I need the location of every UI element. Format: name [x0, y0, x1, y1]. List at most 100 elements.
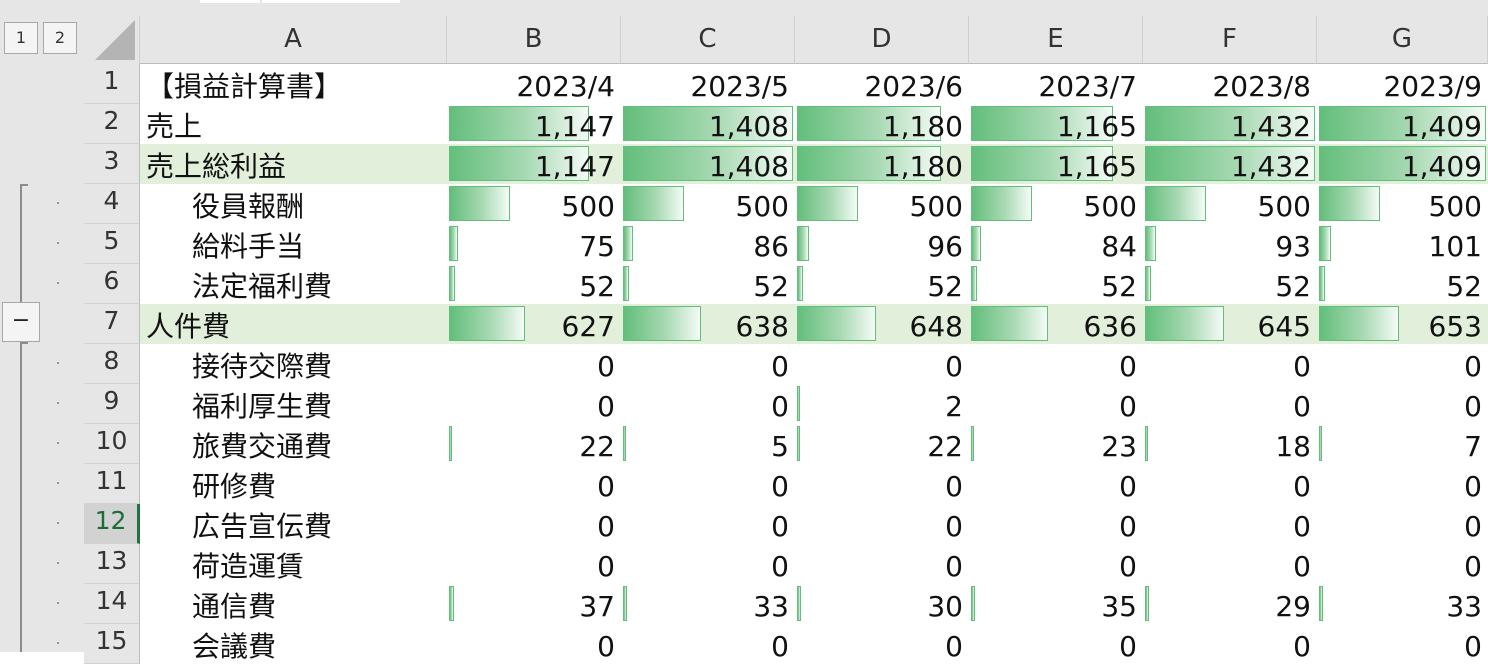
- month-cell[interactable]: 2023/5: [621, 64, 795, 104]
- value-cell[interactable]: 52: [447, 264, 621, 304]
- month-cell[interactable]: 2023/9: [1317, 64, 1488, 104]
- value-cell[interactable]: 29: [1143, 584, 1317, 624]
- row-header[interactable]: 13: [84, 544, 140, 584]
- value-cell[interactable]: 1,409: [1317, 104, 1488, 144]
- value-cell[interactable]: 0: [621, 624, 795, 664]
- account-label-cell[interactable]: 研修費: [140, 464, 447, 504]
- value-cell[interactable]: 52: [969, 264, 1143, 304]
- value-cell[interactable]: 0: [1317, 624, 1488, 664]
- value-cell[interactable]: 84: [969, 224, 1143, 264]
- value-cell[interactable]: 35: [969, 584, 1143, 624]
- account-label-cell[interactable]: 荷造運賃: [140, 544, 447, 584]
- value-cell[interactable]: 52: [1317, 264, 1488, 304]
- value-cell[interactable]: 1,165: [969, 104, 1143, 144]
- row-header[interactable]: 7: [84, 304, 140, 344]
- row-header[interactable]: 4: [84, 184, 140, 224]
- value-cell[interactable]: 0: [447, 624, 621, 664]
- value-cell[interactable]: 1,180: [795, 104, 969, 144]
- row-header[interactable]: 2: [84, 104, 140, 144]
- value-cell[interactable]: 18: [1143, 424, 1317, 464]
- account-label-cell[interactable]: 役員報酬: [140, 184, 447, 224]
- value-cell[interactable]: 0: [447, 344, 621, 384]
- value-cell[interactable]: 0: [621, 544, 795, 584]
- value-cell[interactable]: 23: [969, 424, 1143, 464]
- value-cell[interactable]: 0: [969, 464, 1143, 504]
- value-cell[interactable]: 0: [969, 384, 1143, 424]
- value-cell[interactable]: 1,408: [621, 104, 795, 144]
- value-cell[interactable]: 0: [795, 344, 969, 384]
- value-cell[interactable]: 0: [621, 504, 795, 544]
- value-cell[interactable]: 0: [795, 624, 969, 664]
- row-header[interactable]: 3: [84, 144, 140, 184]
- column-header-g[interactable]: G: [1317, 16, 1488, 64]
- value-cell[interactable]: 1,408: [621, 144, 795, 184]
- value-cell[interactable]: 33: [621, 584, 795, 624]
- column-header-e[interactable]: E: [969, 16, 1143, 64]
- row-header[interactable]: 12: [84, 504, 140, 544]
- value-cell[interactable]: 1,432: [1143, 104, 1317, 144]
- value-cell[interactable]: 0: [795, 544, 969, 584]
- value-cell[interactable]: 500: [795, 184, 969, 224]
- row-header[interactable]: 10: [84, 424, 140, 464]
- value-cell[interactable]: 0: [1143, 384, 1317, 424]
- account-label-cell[interactable]: 福利厚生費: [140, 384, 447, 424]
- value-cell[interactable]: 52: [621, 264, 795, 304]
- value-cell[interactable]: 636: [969, 304, 1143, 344]
- value-cell[interactable]: 0: [1143, 544, 1317, 584]
- month-cell[interactable]: 2023/6: [795, 64, 969, 104]
- value-cell[interactable]: 0: [1317, 504, 1488, 544]
- value-cell[interactable]: 1,147: [447, 144, 621, 184]
- value-cell[interactable]: 5: [621, 424, 795, 464]
- value-cell[interactable]: 500: [969, 184, 1143, 224]
- value-cell[interactable]: 0: [1317, 464, 1488, 504]
- value-cell[interactable]: 0: [621, 464, 795, 504]
- value-cell[interactable]: 0: [1143, 344, 1317, 384]
- sheet-title-cell[interactable]: 【損益計算書】: [140, 64, 447, 104]
- value-cell[interactable]: 75: [447, 224, 621, 264]
- column-header-b[interactable]: B: [447, 16, 621, 64]
- value-cell[interactable]: 2: [795, 384, 969, 424]
- value-cell[interactable]: 96: [795, 224, 969, 264]
- value-cell[interactable]: 500: [621, 184, 795, 224]
- account-label-cell[interactable]: 会議費: [140, 624, 447, 664]
- column-header-a[interactable]: A: [140, 16, 447, 64]
- value-cell[interactable]: 30: [795, 584, 969, 624]
- row-header[interactable]: 5: [84, 224, 140, 264]
- select-all-button[interactable]: [84, 16, 140, 64]
- account-label-cell[interactable]: 法定福利費: [140, 264, 447, 304]
- value-cell[interactable]: 86: [621, 224, 795, 264]
- value-cell[interactable]: 52: [795, 264, 969, 304]
- value-cell[interactable]: 1,147: [447, 104, 621, 144]
- column-header-d[interactable]: D: [795, 16, 969, 64]
- value-cell[interactable]: 1,180: [795, 144, 969, 184]
- value-cell[interactable]: 1,165: [969, 144, 1143, 184]
- row-header[interactable]: 8: [84, 344, 140, 384]
- outline-level-1-button[interactable]: 1: [4, 22, 38, 54]
- value-cell[interactable]: 22: [447, 424, 621, 464]
- outline-level-2-button[interactable]: 2: [43, 22, 77, 54]
- column-header-c[interactable]: C: [621, 16, 795, 64]
- value-cell[interactable]: 0: [969, 344, 1143, 384]
- month-cell[interactable]: 2023/4: [447, 64, 621, 104]
- value-cell[interactable]: 500: [447, 184, 621, 224]
- value-cell[interactable]: 627: [447, 304, 621, 344]
- value-cell[interactable]: 1,409: [1317, 144, 1488, 184]
- value-cell[interactable]: 638: [621, 304, 795, 344]
- value-cell[interactable]: 653: [1317, 304, 1488, 344]
- value-cell[interactable]: 0: [621, 384, 795, 424]
- value-cell[interactable]: 7: [1317, 424, 1488, 464]
- value-cell[interactable]: 500: [1317, 184, 1488, 224]
- value-cell[interactable]: 22: [795, 424, 969, 464]
- value-cell[interactable]: 0: [969, 504, 1143, 544]
- account-label-cell[interactable]: 給料手当: [140, 224, 447, 264]
- account-label-cell[interactable]: 人件費: [140, 304, 447, 344]
- value-cell[interactable]: 0: [447, 464, 621, 504]
- value-cell[interactable]: 0: [969, 624, 1143, 664]
- value-cell[interactable]: 0: [447, 384, 621, 424]
- value-cell[interactable]: 0: [1317, 384, 1488, 424]
- value-cell[interactable]: 0: [795, 464, 969, 504]
- value-cell[interactable]: 648: [795, 304, 969, 344]
- account-label-cell[interactable]: 広告宣伝費: [140, 504, 447, 544]
- row-header[interactable]: 15: [84, 624, 140, 664]
- column-header-f[interactable]: F: [1143, 16, 1317, 64]
